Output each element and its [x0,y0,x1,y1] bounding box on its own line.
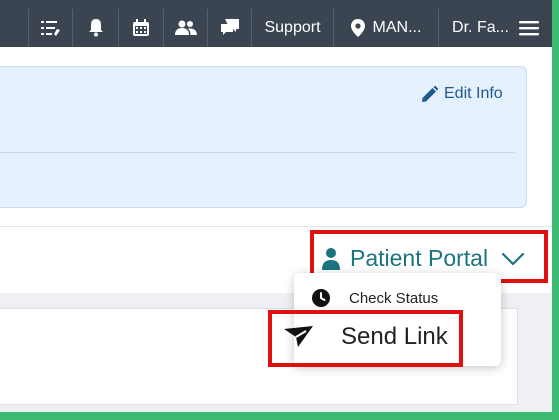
calendar-icon[interactable] [118,9,163,47]
edit-info-label: Edit Info [444,85,503,102]
chat-icon[interactable] [207,9,251,47]
support-label: Support [264,19,321,36]
hamburger-menu-icon [518,21,539,36]
highlight-box-send-link [268,310,463,367]
bell-icon[interactable] [72,9,118,47]
user-name-label: Dr. Fa... [452,19,509,36]
location-pin-icon [350,19,365,37]
menu-item-check-status[interactable]: Check Status [312,289,438,307]
info-card: Edit Info [0,66,527,208]
task-list-icon[interactable] [28,9,72,47]
check-status-label: Check Status [349,289,439,307]
user-menu[interactable]: Dr. Fa... [438,9,552,47]
app-window: Support MAN... Dr. Fa... Edit Info Patie… [0,0,552,412]
users-icon[interactable] [163,9,207,47]
clock-icon [312,289,330,307]
support-link[interactable]: Support [251,9,333,47]
edit-info-link[interactable]: Edit Info [422,85,503,103]
pencil-icon [422,86,438,102]
section-divider [0,226,552,227]
info-divider [0,152,515,153]
location-selector[interactable]: MAN... [333,9,438,47]
top-nav-bar: Support MAN... Dr. Fa... [0,0,552,47]
location-label: MAN... [372,19,422,36]
